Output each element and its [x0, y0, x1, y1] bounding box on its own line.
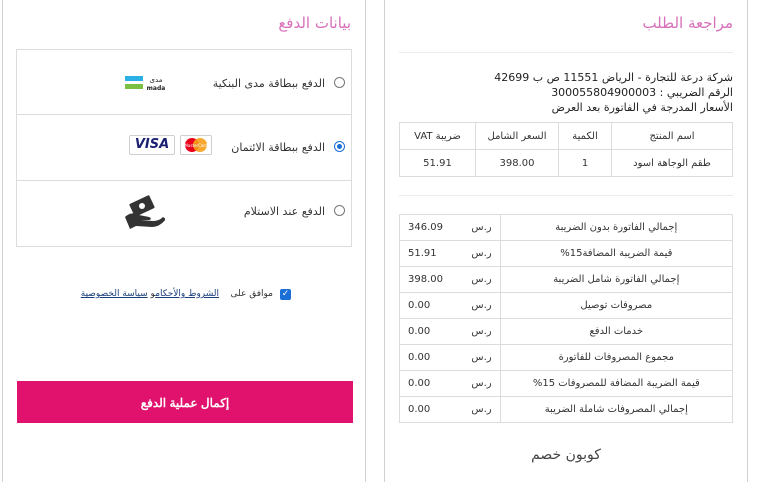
tax-number: الرقم الضريبي : 300055804900003 — [551, 86, 733, 99]
terms-link[interactable]: الشروط والأحكام — [155, 289, 219, 299]
divider — [399, 52, 733, 53]
col-quantity: الكمية — [558, 122, 612, 150]
complete-payment-button[interactable]: إكمال عملية الدفع — [17, 381, 353, 423]
terms-prefix: موافق على — [230, 289, 274, 299]
col-vat: ضريبة VAT — [399, 122, 476, 150]
payment-methods: الدفع ببطاقة مدى البنكية مدى mada الدفع … — [16, 49, 352, 247]
mada-logo-icon: مدى mada — [125, 76, 166, 92]
col-price: السعر الشامل — [475, 122, 559, 150]
cash-hand-icon — [125, 195, 165, 229]
total-value: ر.س 398.00 — [399, 266, 501, 293]
total-label: خدمات الدفع — [499, 318, 734, 345]
payment-method-cod[interactable]: الدفع عند الاستلام — [17, 181, 351, 246]
divider — [399, 195, 733, 196]
total-row: قيمة الضريبة المضافة15% ر.س 51.91 — [399, 240, 734, 267]
item-vat: 51.91 — [399, 149, 476, 177]
item-price: 398.00 — [475, 149, 559, 177]
total-row: إجمالي الفاتورة بدون الضريبة ر.س 346.09 — [399, 214, 734, 241]
total-value: ر.س 0.00 — [399, 318, 501, 345]
total-row: خدمات الدفع ر.س 0.00 — [399, 318, 734, 345]
table-row: طقم الوجاهة اسود 1 398.00 51.91 — [399, 149, 733, 177]
order-review-panel: مراجعة الطلب شركة درعة للتجارة - الرياض … — [384, 0, 748, 482]
total-label: قيمة الضريبة المضافة15% — [499, 240, 734, 267]
total-value: ر.س 346.09 — [399, 214, 501, 241]
total-label: إجمالي الفاتورة بدون الضريبة — [499, 214, 734, 241]
item-quantity: 1 — [558, 149, 612, 177]
total-value: ر.س 0.00 — [399, 396, 501, 423]
cod-label: الدفع عند الاستلام — [243, 205, 325, 218]
payment-method-mada[interactable]: الدفع ببطاقة مدى البنكية مدى mada — [17, 50, 351, 115]
order-items-table: اسم المنتج الكمية السعر الشامل ضريبة VAT… — [399, 122, 733, 177]
terms-agreement: ✓ موافق على الشروط والأحكامو سياسة الخصو… — [81, 289, 291, 305]
mastercard-icon: MasterCard — [180, 135, 212, 155]
total-label: قيمة الضريبة المضافة للمصروفات 15% — [499, 370, 734, 397]
credit-card-label: الدفع ببطاقة الائتمان — [231, 141, 325, 154]
cod-radio[interactable] — [334, 205, 345, 216]
total-label: إجمالي المصروفات شاملة الضريبة — [499, 396, 734, 423]
total-value: ر.س 0.00 — [399, 344, 501, 371]
total-value: ر.س 51.91 — [399, 240, 501, 267]
coupon-toggle[interactable]: كوبون خصم — [385, 447, 747, 463]
seller-address: شركة درعة للتجارة - الرياض 11551 ص ب 426… — [494, 71, 733, 84]
total-value: ر.س 0.00 — [399, 292, 501, 319]
totals-table: إجمالي الفاتورة بدون الضريبة ر.س 346.09 قي… — [399, 214, 734, 423]
total-row: إجمالي المصروفات شاملة الضريبة ر.س 0.00 — [399, 396, 734, 423]
table-header-row: اسم المنتج الكمية السعر الشامل ضريبة VAT — [399, 122, 733, 150]
mada-logo-en: mada — [147, 85, 166, 92]
mada-logo-ar: مدى — [150, 76, 163, 84]
credit-card-radio[interactable] — [334, 141, 345, 152]
total-label: مصروفات توصيل — [499, 292, 734, 319]
total-row: إجمالي الفاتورة شامل الضريبة ر.س 398.00 — [399, 266, 734, 293]
payment-method-credit-card[interactable]: الدفع ببطاقة الائتمان MasterCard VISA — [17, 115, 351, 181]
terms-checkbox[interactable]: ✓ — [280, 289, 291, 300]
total-row: قيمة الضريبة المضافة للمصروفات 15% ر.س 0.0… — [399, 370, 734, 397]
total-value: ر.س 0.00 — [399, 370, 501, 397]
total-row: مصروفات توصيل ر.س 0.00 — [399, 292, 734, 319]
mada-radio[interactable] — [334, 77, 345, 88]
item-name: طقم الوجاهة اسود — [611, 149, 733, 177]
total-label: إجمالي الفاتورة شامل الضريبة — [499, 266, 734, 293]
total-row: مجموع المصروفات للفاتورة ر.س 0.00 — [399, 344, 734, 371]
payment-title: بيانات الدفع — [278, 14, 351, 32]
visa-icon: VISA — [129, 135, 175, 155]
total-label: مجموع المصروفات للفاتورة — [499, 344, 734, 371]
order-title: مراجعة الطلب — [642, 14, 733, 32]
price-note: الأسعار المدرجة في الفاتورة بعد العرض — [551, 101, 733, 114]
payment-panel: بيانات الدفع الدفع ببطاقة مدى البنكية مد… — [2, 0, 366, 482]
col-product-name: اسم المنتج — [611, 122, 733, 150]
mada-label: الدفع ببطاقة مدى البنكية — [212, 77, 325, 90]
mastercard-text: MasterCard — [184, 143, 207, 148]
privacy-link[interactable]: سياسة الخصوصية — [81, 289, 148, 299]
seller-info: شركة درعة للتجارة - الرياض 11551 ص ب 426… — [494, 70, 733, 115]
